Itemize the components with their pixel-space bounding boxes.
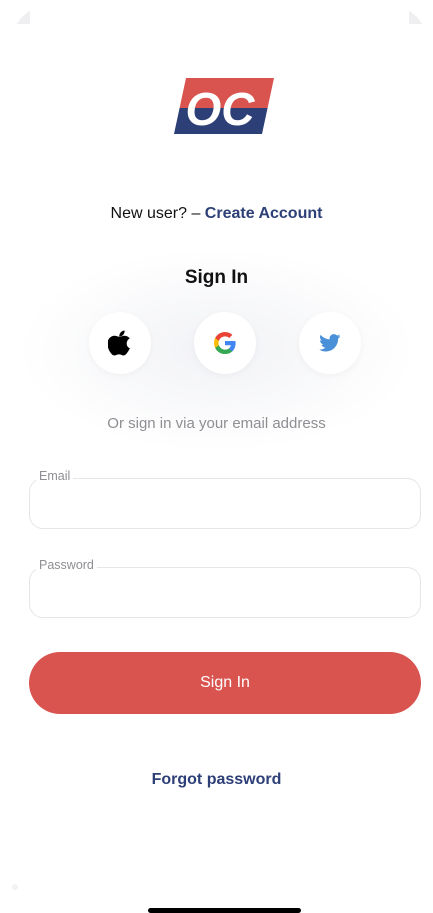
home-indicator [148,908,301,913]
password-field[interactable]: Password [29,558,421,618]
new-user-line: New user? – Create Account [0,205,433,223]
google-icon [214,332,236,354]
twitter-icon [319,334,341,352]
twitter-signin-button[interactable] [299,312,361,374]
new-user-prefix: New user? – [110,205,205,222]
password-label: Password [36,558,97,572]
corner-dot [12,884,18,890]
sheet-corner-right [409,6,427,24]
signin-screen: OC New user? – Create Account Sign In Or… [0,0,433,913]
sheet-corner-left [12,6,30,24]
email-signin-hint: Or sign in via your email address [107,415,326,432]
apple-signin-button[interactable] [89,312,151,374]
logo-text: OC [186,83,256,134]
signin-title: Sign In [184,267,249,288]
forgot-password-link[interactable]: Forgot password [0,771,433,789]
create-account-link[interactable]: Create Account [205,205,323,222]
email-field[interactable]: Email [29,469,421,529]
oc-logo: OC [174,78,274,134]
google-signin-button[interactable] [194,312,256,374]
apple-icon [108,330,131,356]
email-input[interactable] [44,491,404,519]
email-label: Email [36,469,74,483]
password-input[interactable] [44,580,404,608]
signin-button[interactable]: Sign In [29,652,421,714]
